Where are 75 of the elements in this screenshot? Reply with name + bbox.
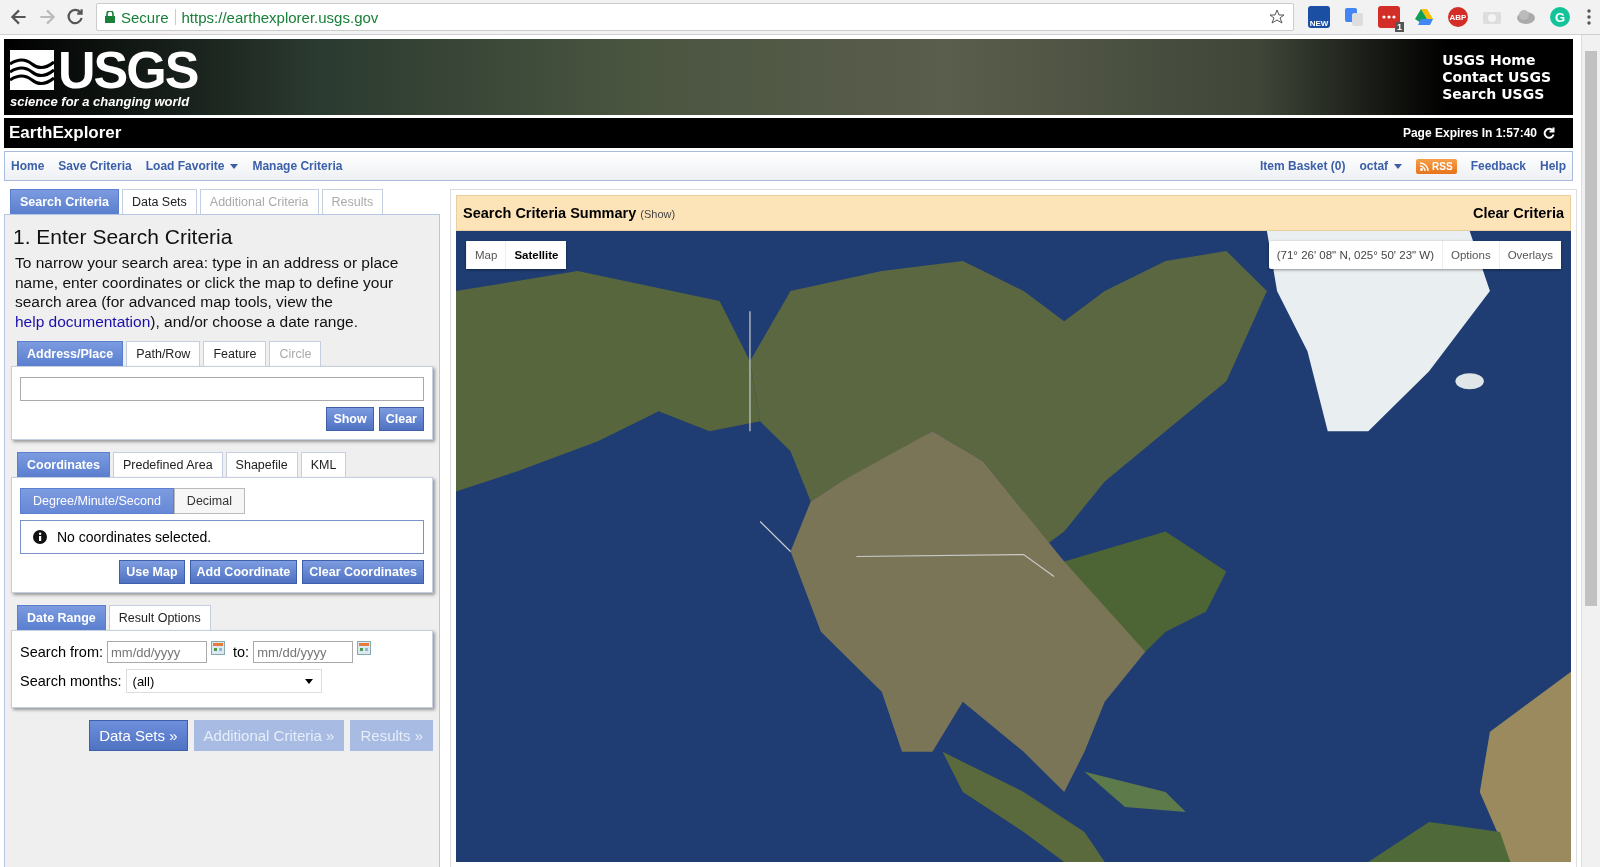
format-toggle[interactable]: Degree/Minute/Second: [20, 488, 174, 514]
address-field[interactable]: [20, 377, 424, 401]
banner-link[interactable]: Contact USGS: [1442, 68, 1551, 86]
nav-link[interactable]: Manage Criteria: [252, 159, 343, 173]
app-title: EarthExplorer: [9, 123, 122, 143]
news-extension-icon[interactable]: NEW: [1308, 6, 1330, 28]
nav-link[interactable]: Item Basket (0): [1260, 159, 1346, 173]
date-field[interactable]: mm/dd/yyyy: [253, 641, 354, 663]
lock-icon: [105, 11, 115, 23]
section-heading: 1. Enter Search Criteria: [13, 225, 234, 249]
action-button[interactable]: Show: [326, 407, 374, 431]
tab[interactable]: Address/Place: [17, 341, 124, 366]
nav-link[interactable]: Load Favorite: [145, 159, 239, 173]
logo-wordmark: USGS: [58, 45, 198, 94]
scroll-thumb[interactable]: [1585, 51, 1597, 606]
tab[interactable]: Path/Row: [126, 341, 201, 366]
caret-icon: [1394, 163, 1403, 169]
intro-text: To narrow your search area: type in an address or place name, enter coordinates or click the map to define your search area (for advanced map tools, view the help documentation), and/or choose a date range.: [15, 253, 400, 331]
tab[interactable]: Shapefile: [225, 452, 298, 477]
star-icon[interactable]: [1269, 9, 1285, 25]
banner-link[interactable]: USGS Home: [1442, 51, 1536, 69]
tab[interactable]: Data Sets: [121, 189, 197, 214]
logo-tagline: science for a changing world: [10, 93, 191, 109]
security-label: Secure: [121, 8, 169, 26]
cloud-icon[interactable]: [1516, 8, 1536, 26]
cursor-coordinates: (71° 26' 08" N, 025° 50' 23" W): [1275, 248, 1435, 263]
nav-link[interactable]: Help: [1540, 159, 1566, 173]
menu-icon[interactable]: [1586, 8, 1592, 26]
adblock-extension-icon[interactable]: ABP: [1448, 7, 1468, 27]
show-link[interactable]: (Show): [640, 208, 676, 220]
wave-logo-icon: [10, 49, 54, 90]
map-type-button[interactable]: Map: [466, 241, 506, 269]
info-icon: [33, 530, 47, 544]
satellite-map-drawing[interactable]: [456, 231, 1571, 862]
tab[interactable]: KML: [300, 452, 347, 477]
help-link[interactable]: help documentation: [15, 312, 151, 330]
field-label: Search months:: [20, 673, 122, 689]
tab[interactable]: Predefined Area: [112, 452, 223, 477]
action-button[interactable]: Clear Coordinates: [302, 560, 424, 584]
tab[interactable]: Coordinates: [17, 452, 110, 477]
message-text: No coordinates selected.: [57, 529, 212, 545]
months-dropdown[interactable]: (all): [125, 669, 322, 693]
tab[interactable]: Date Range: [17, 605, 106, 630]
field-label: to:: [233, 644, 250, 660]
map-control-button[interactable]: Options: [1442, 241, 1499, 269]
step-button[interactable]: Data Sets »: [89, 720, 188, 751]
scrollbar[interactable]: [1581, 35, 1600, 867]
tab[interactable]: Result Options: [108, 605, 211, 630]
url-text: https://earthexplorer.usgs.gov: [181, 8, 380, 26]
expiry-text: Page Expires In 1:57:40: [1402, 126, 1537, 140]
caret-icon: [304, 678, 313, 684]
format-toggle[interactable]: Decimal: [173, 488, 245, 514]
date-field[interactable]: mm/dd/yyyy: [107, 641, 207, 663]
tab[interactable]: Search Criteria: [10, 189, 119, 214]
refresh-icon[interactable]: [1543, 127, 1555, 139]
summary-title: Search Criteria Summary: [463, 205, 637, 221]
nav-link[interactable]: Home: [11, 159, 45, 173]
nav-link[interactable]: Feedback: [1470, 159, 1526, 173]
tab[interactable]: Feature: [203, 341, 267, 366]
action-button[interactable]: Use Map: [119, 560, 185, 584]
action-button[interactable]: Clear: [378, 407, 424, 431]
map-control-button[interactable]: Overlays: [1498, 241, 1561, 269]
drive-extension-icon[interactable]: [1414, 8, 1434, 26]
calendar-icon[interactable]: [211, 641, 225, 655]
caret-icon: [230, 163, 239, 169]
field-label: Search from:: [20, 644, 103, 660]
banner-link[interactable]: Search USGS: [1442, 85, 1545, 103]
action-button[interactable]: Add Coordinate: [189, 560, 298, 584]
calendar-icon[interactable]: [357, 641, 372, 655]
map-type-button[interactable]: Satellite: [505, 241, 567, 269]
nav-link[interactable]: Save Criteria: [58, 159, 132, 173]
address-bar[interactable]: Secure https://earthexplorer.usgs.gov: [96, 3, 1294, 31]
nav-link[interactable]: octaf: [1359, 159, 1403, 173]
rss-icon: [1420, 161, 1430, 171]
clear-criteria-link[interactable]: Clear Criteria: [1472, 205, 1564, 221]
